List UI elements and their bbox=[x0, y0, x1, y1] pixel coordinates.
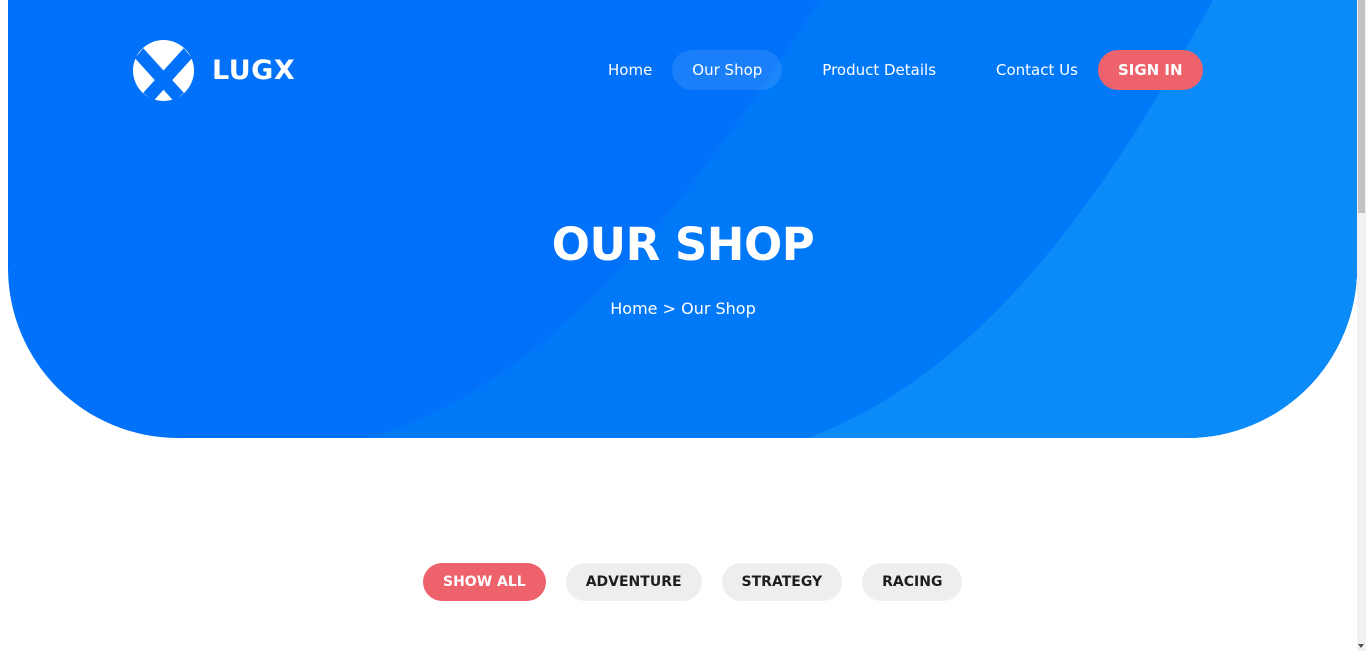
scroll-down-arrow-icon[interactable] bbox=[1358, 644, 1364, 648]
page: LUGX Home Our Shop Product Details Conta… bbox=[0, 0, 1366, 651]
brand-logo[interactable]: LUGX bbox=[133, 40, 295, 101]
filter-show-all[interactable]: SHOW ALL bbox=[423, 563, 546, 601]
page-title: OUR SHOP bbox=[551, 218, 815, 271]
sign-in-button[interactable]: SIGN IN bbox=[1097, 50, 1203, 90]
breadcrumb-home-link[interactable]: Home bbox=[610, 299, 657, 318]
breadcrumb: Home > Our Shop bbox=[0, 299, 1366, 318]
breadcrumb-current: Our Shop bbox=[681, 299, 756, 318]
breadcrumb-separator: > bbox=[662, 299, 676, 318]
filter-racing[interactable]: RACING bbox=[862, 563, 963, 601]
filter-adventure[interactable]: ADVENTURE bbox=[565, 563, 702, 601]
category-filters: SHOW ALL ADVENTURE STRATEGY RACING bbox=[423, 563, 963, 601]
nav-item-home[interactable]: Home bbox=[588, 50, 672, 90]
brand-name: LUGX bbox=[212, 55, 296, 86]
nav-item-our-shop[interactable]: Our Shop bbox=[672, 50, 783, 90]
lugx-x-logo-icon bbox=[133, 40, 194, 101]
scrollbar-thumb[interactable] bbox=[1358, 0, 1365, 213]
nav-item-contact-us[interactable]: Contact Us bbox=[976, 50, 1098, 90]
nav-item-product-details[interactable]: Product Details bbox=[802, 50, 956, 90]
page-scrollbar[interactable] bbox=[1357, 0, 1366, 651]
filter-strategy[interactable]: STRATEGY bbox=[721, 563, 843, 601]
main-nav: Home Our Shop Product Details Contact Us… bbox=[588, 50, 1203, 90]
